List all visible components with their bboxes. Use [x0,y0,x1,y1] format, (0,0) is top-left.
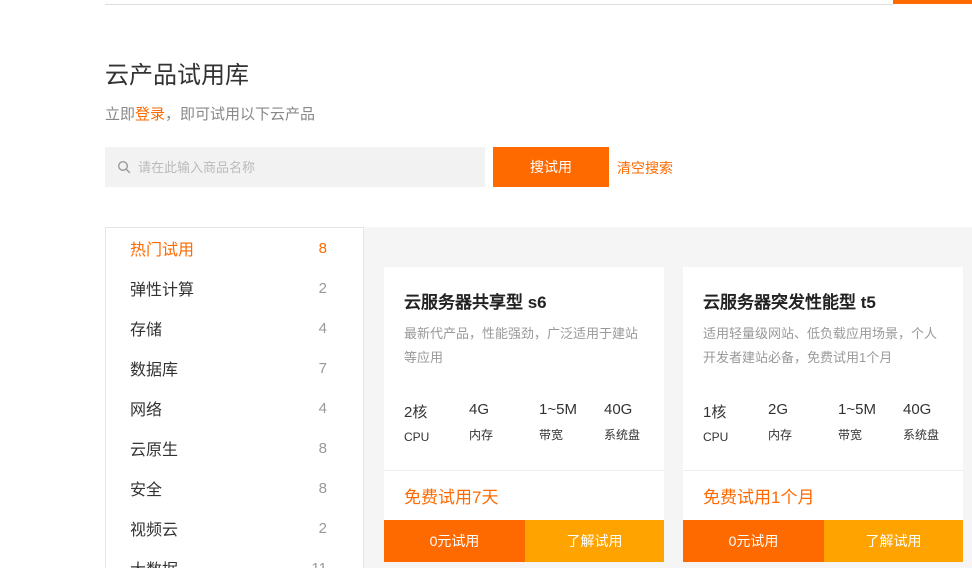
spec-label: 带宽 [539,428,564,442]
login-prompt: 立即登录，即可试用以下云产品 [105,103,315,124]
clear-search-link[interactable]: 清空搜索 [617,158,673,178]
card-specs: 1核 CPU 2G 内存 1~5M 带宽 40G 系统盘 [703,401,953,444]
spec-disk: 40G 系统盘 [604,401,640,444]
learn-trial-button[interactable]: 了解试用 [525,520,664,562]
spec-label: CPU [404,430,430,444]
spec-memory: 4G 内存 [469,401,539,444]
spec-label: CPU [703,430,729,444]
spec-value: 40G [903,401,932,418]
top-search-bar-edge [105,0,893,5]
page-title: 云产品试用库 [105,62,249,89]
card-divider [683,470,963,471]
spec-label: 内存 [469,428,494,442]
card-title[interactable]: 云服务器共享型 s6 [404,288,547,313]
sidebar-item-cloud-native[interactable]: 云原生 8 [106,428,363,468]
top-accent-button-edge[interactable] [893,0,972,4]
card-specs: 2核 CPU 4G 内存 1~5M 带宽 40G 系统盘 [404,401,654,444]
spec-label: 系统盘 [604,428,641,442]
spec-value: 4G [469,401,490,418]
product-card-s6: 云服务器共享型 s6 最新代产品，性能强劲，广泛适用于建站等应用 2核 CPU … [384,267,664,562]
spec-value: 2核 [404,404,428,421]
sidebar-item-big-data[interactable]: 大数据 11 [106,548,363,568]
card-trial-period: 免费试用1个月 [703,488,815,507]
sidebar-item-count: 8 [318,439,327,457]
sidebar-item-count: 2 [318,519,327,537]
sidebar-item-count: 11 [311,559,327,568]
free-trial-button[interactable]: 0元试用 [683,520,824,562]
spec-label: 带宽 [838,428,863,442]
sidebar-item-count: 8 [318,239,327,257]
login-suffix: ，即可试用以下云产品 [165,106,316,123]
card-description: 最新代产品，性能强劲，广泛适用于建站等应用 [404,326,639,365]
spec-bandwidth: 1~5M 带宽 [539,401,604,444]
sidebar-item-count: 7 [318,359,327,377]
login-link[interactable]: 登录 [135,106,165,123]
card-actions: 0元试用 了解试用 [384,520,664,562]
spec-memory: 2G 内存 [768,401,838,444]
spec-value: 1~5M [539,401,577,418]
search-button[interactable]: 搜试用 [493,147,609,187]
sidebar-item-database[interactable]: 数据库 7 [106,348,363,388]
spec-bandwidth: 1~5M 带宽 [838,401,903,444]
sidebar-item-label: 视频云 [130,522,179,539]
sidebar-item-label: 安全 [130,482,163,499]
sidebar-item-count: 4 [318,319,327,337]
category-sidebar: 热门试用 8 弹性计算 2 存储 4 数据库 7 网络 4 云原生 8 安全 8… [105,227,364,568]
search-input[interactable] [138,159,468,175]
spec-label: 内存 [768,428,793,442]
search-icon [117,160,131,174]
sidebar-item-label: 弹性计算 [130,282,195,299]
sidebar-item-video-cloud[interactable]: 视频云 2 [106,508,363,548]
sidebar-item-count: 2 [318,279,327,297]
sidebar-item-storage[interactable]: 存储 4 [106,308,363,348]
sidebar-item-label: 网络 [130,402,163,419]
card-trial-period: 免费试用7天 [404,488,499,507]
spec-value: 2G [768,401,789,418]
sidebar-item-hot[interactable]: 热门试用 8 [106,228,363,268]
spec-value: 1~5M [838,401,876,418]
sidebar-item-label: 热门试用 [130,242,195,259]
learn-trial-button[interactable]: 了解试用 [824,520,963,562]
spec-cpu: 2核 CPU [404,401,469,444]
spec-disk: 40G 系统盘 [903,401,939,444]
sidebar-item-label: 云原生 [130,442,179,459]
card-title[interactable]: 云服务器突发性能型 t5 [703,288,876,313]
sidebar-item-label: 存储 [130,322,163,339]
search-box [105,147,485,187]
sidebar-item-count: 4 [318,399,327,417]
sidebar-item-label: 大数据 [130,556,178,568]
spec-cpu: 1核 CPU [703,401,768,444]
sidebar-item-label: 数据库 [130,362,179,379]
product-card-t5: 云服务器突发性能型 t5 适用轻量级网站、低负载应用场景，个人开发者建站必备，免… [683,267,963,562]
sidebar-item-compute[interactable]: 弹性计算 2 [106,268,363,308]
card-divider [384,470,664,471]
spec-value: 40G [604,401,633,418]
card-description: 适用轻量级网站、低负载应用场景，个人开发者建站必备，免费试用1个月 [703,326,938,365]
card-actions: 0元试用 了解试用 [683,520,963,562]
sidebar-item-count: 8 [318,479,327,497]
free-trial-button[interactable]: 0元试用 [384,520,525,562]
spec-label: 系统盘 [903,428,940,442]
spec-value: 1核 [703,404,727,421]
sidebar-item-network[interactable]: 网络 4 [106,388,363,428]
login-prefix: 立即 [105,106,136,123]
sidebar-item-security[interactable]: 安全 8 [106,468,363,508]
